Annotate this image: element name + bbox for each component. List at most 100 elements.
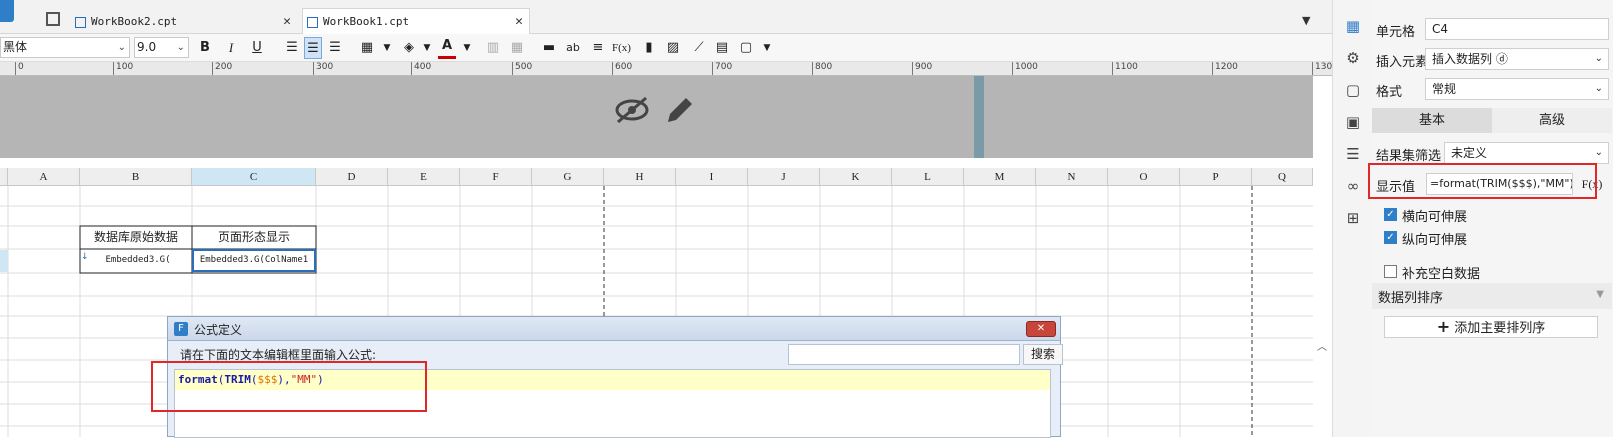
ruler-tick: 130	[1312, 62, 1332, 75]
format-select[interactable]: 常规 ⌄	[1425, 78, 1609, 100]
data-list-icon[interactable]: ☰	[1343, 144, 1363, 164]
chevron-down-icon[interactable]: ▼	[378, 37, 396, 59]
frame-icon[interactable]: ▢	[1343, 80, 1363, 100]
ruler-tick: 800	[812, 62, 832, 75]
app-logo-icon: F	[174, 322, 188, 336]
search-input[interactable]	[788, 344, 1020, 365]
column-header[interactable]: I	[676, 168, 748, 186]
close-icon[interactable]: ✕	[515, 9, 523, 35]
font-name-select[interactable]: 黑体 ⌄	[0, 37, 130, 58]
ruler-tick: 700	[712, 62, 732, 75]
image-icon[interactable]: ▨	[664, 37, 682, 59]
cell-attributes-icon[interactable]: ▦	[1343, 16, 1363, 36]
cell-b3[interactable]: 数据库原始数据	[80, 227, 192, 249]
align-center-icon[interactable]: ☰	[304, 37, 322, 59]
property-panel: 单元格 C4 插入元素 插入数据列 ⓓ ⌄ 格式 常规 ⌄ 基本 高级 结果集筛选 …	[1368, 0, 1613, 437]
hide-icon[interactable]	[614, 95, 650, 125]
scroll-up-icon[interactable]: ︿	[1317, 338, 1327, 353]
column-header[interactable]: D	[316, 168, 388, 186]
cell-c4[interactable]: Embedded3.G(ColName1	[194, 250, 314, 272]
fill-blank-checkbox[interactable]	[1384, 265, 1397, 278]
bold-button[interactable]: B	[196, 37, 214, 59]
tab-workbook2[interactable]: WorkBook2.cpt ✕	[70, 8, 298, 34]
frame-icon[interactable]: ▢	[737, 37, 755, 59]
insert-row-icon[interactable]: ▬	[540, 37, 558, 59]
tab-label: WorkBook2.cpt	[91, 15, 178, 28]
column-header[interactable]: B	[80, 168, 192, 186]
column-header[interactable]: G	[532, 168, 604, 186]
align-right-icon[interactable]: ☰	[326, 37, 344, 59]
sort-section[interactable]: 数据列排序 ▼	[1372, 283, 1612, 309]
insert-element-select[interactable]: 插入数据列 ⓓ ⌄	[1425, 48, 1609, 70]
search-button[interactable]: 搜索	[1023, 344, 1063, 365]
formula-icon[interactable]: F(x)	[612, 37, 631, 59]
paragraph-icon[interactable]: ≡	[589, 37, 607, 59]
column-header[interactable]: E	[388, 168, 460, 186]
ruler-tick: 500	[512, 62, 532, 75]
close-icon[interactable]: ✕	[1026, 321, 1056, 337]
edit-icon[interactable]	[664, 94, 696, 126]
ruler-tick: 1100	[1112, 62, 1138, 75]
font-color-icon[interactable]: A	[438, 37, 456, 59]
tab-workbook1[interactable]: WorkBook1.cpt ✕	[302, 8, 530, 34]
report-icon[interactable]: ▤	[713, 37, 731, 59]
widget-settings-icon[interactable]: ⚙	[1343, 48, 1363, 68]
split-cells-icon[interactable]: ▦	[508, 37, 526, 59]
column-header[interactable]: F	[460, 168, 532, 186]
column-header[interactable]: J	[748, 168, 820, 186]
ruler-tick: 1200	[1212, 62, 1238, 75]
dialog-titlebar[interactable]: F 公式定义 ✕	[168, 317, 1060, 341]
hidden-column-marker	[974, 76, 984, 158]
format-toolbar: 黑体 ⌄ 9.0 ⌄ B I U ☰ ☰ ☰ ▦ ▼ ◈ ▼ A ▼ ▥ ▦ ▬ a…	[0, 34, 1332, 62]
chevron-down-icon[interactable]: ▼	[418, 37, 436, 59]
corner-cell[interactable]	[0, 168, 8, 186]
sort-label: 数据列排序	[1378, 291, 1444, 306]
filter-select[interactable]: 未定义 ⌄	[1444, 142, 1609, 164]
add-sort-button[interactable]: + 添加主要排列序	[1384, 316, 1598, 338]
fill-blank-label: 补充空白数据	[1402, 267, 1481, 282]
merge-cells-icon[interactable]: ▥	[484, 37, 502, 59]
dialog-title: 公式定义	[194, 323, 243, 337]
underline-button[interactable]: U	[248, 37, 266, 59]
close-icon[interactable]: ✕	[283, 9, 291, 35]
chevron-down-icon[interactable]: ▼	[758, 37, 776, 59]
fill-color-icon[interactable]: ◈	[400, 37, 418, 59]
slash-icon[interactable]: ⟋	[690, 37, 708, 59]
column-header[interactable]: P	[1180, 168, 1252, 186]
border-icon[interactable]: ▦	[358, 37, 376, 59]
page-header-area	[0, 76, 1313, 158]
column-header[interactable]: L	[892, 168, 964, 186]
column-header[interactable]: C	[192, 168, 316, 186]
column-header[interactable]: N	[1036, 168, 1108, 186]
tree-icon[interactable]: ⊞	[1343, 208, 1363, 228]
tab-advanced[interactable]: 高级	[1492, 108, 1612, 133]
column-header[interactable]: K	[820, 168, 892, 186]
chevron-down-icon: ⌄	[1594, 83, 1603, 94]
cell-c3[interactable]: 页面形态显示	[192, 227, 316, 249]
text-icon[interactable]: ab	[564, 37, 582, 59]
ruler-tick: 300	[313, 62, 333, 75]
chart-icon[interactable]: ▮	[640, 37, 658, 59]
ruler-tick: 1000	[1012, 62, 1038, 75]
cell-field[interactable]: C4	[1425, 18, 1609, 40]
align-left-icon[interactable]: ☰	[283, 37, 301, 59]
column-header[interactable]: H	[604, 168, 676, 186]
grid-icon[interactable]	[46, 12, 60, 26]
vertical-expand-checkbox[interactable]: ✓	[1384, 231, 1397, 244]
cell-b4[interactable]: Embedded3.G(	[84, 250, 192, 272]
tab-menu-icon[interactable]: ▼	[1302, 14, 1310, 27]
ruler-tick: 0	[15, 62, 24, 75]
column-header[interactable]: O	[1108, 168, 1180, 186]
ruler-tick: 900	[912, 62, 932, 75]
italic-button[interactable]: I	[222, 37, 240, 59]
horizontal-expand-checkbox[interactable]: ✓	[1384, 208, 1397, 221]
link-icon[interactable]: ∞	[1343, 176, 1363, 196]
chevron-down-icon[interactable]: ▼	[458, 37, 476, 59]
tab-basic[interactable]: 基本	[1372, 108, 1492, 133]
column-header[interactable]: M	[964, 168, 1036, 186]
column-header[interactable]: A	[8, 168, 80, 186]
sheet-icon	[75, 16, 86, 28]
font-size-select[interactable]: 9.0 ⌄	[134, 37, 189, 58]
column-header[interactable]: Q	[1252, 168, 1313, 186]
condition-icon[interactable]: ▣	[1343, 112, 1363, 132]
